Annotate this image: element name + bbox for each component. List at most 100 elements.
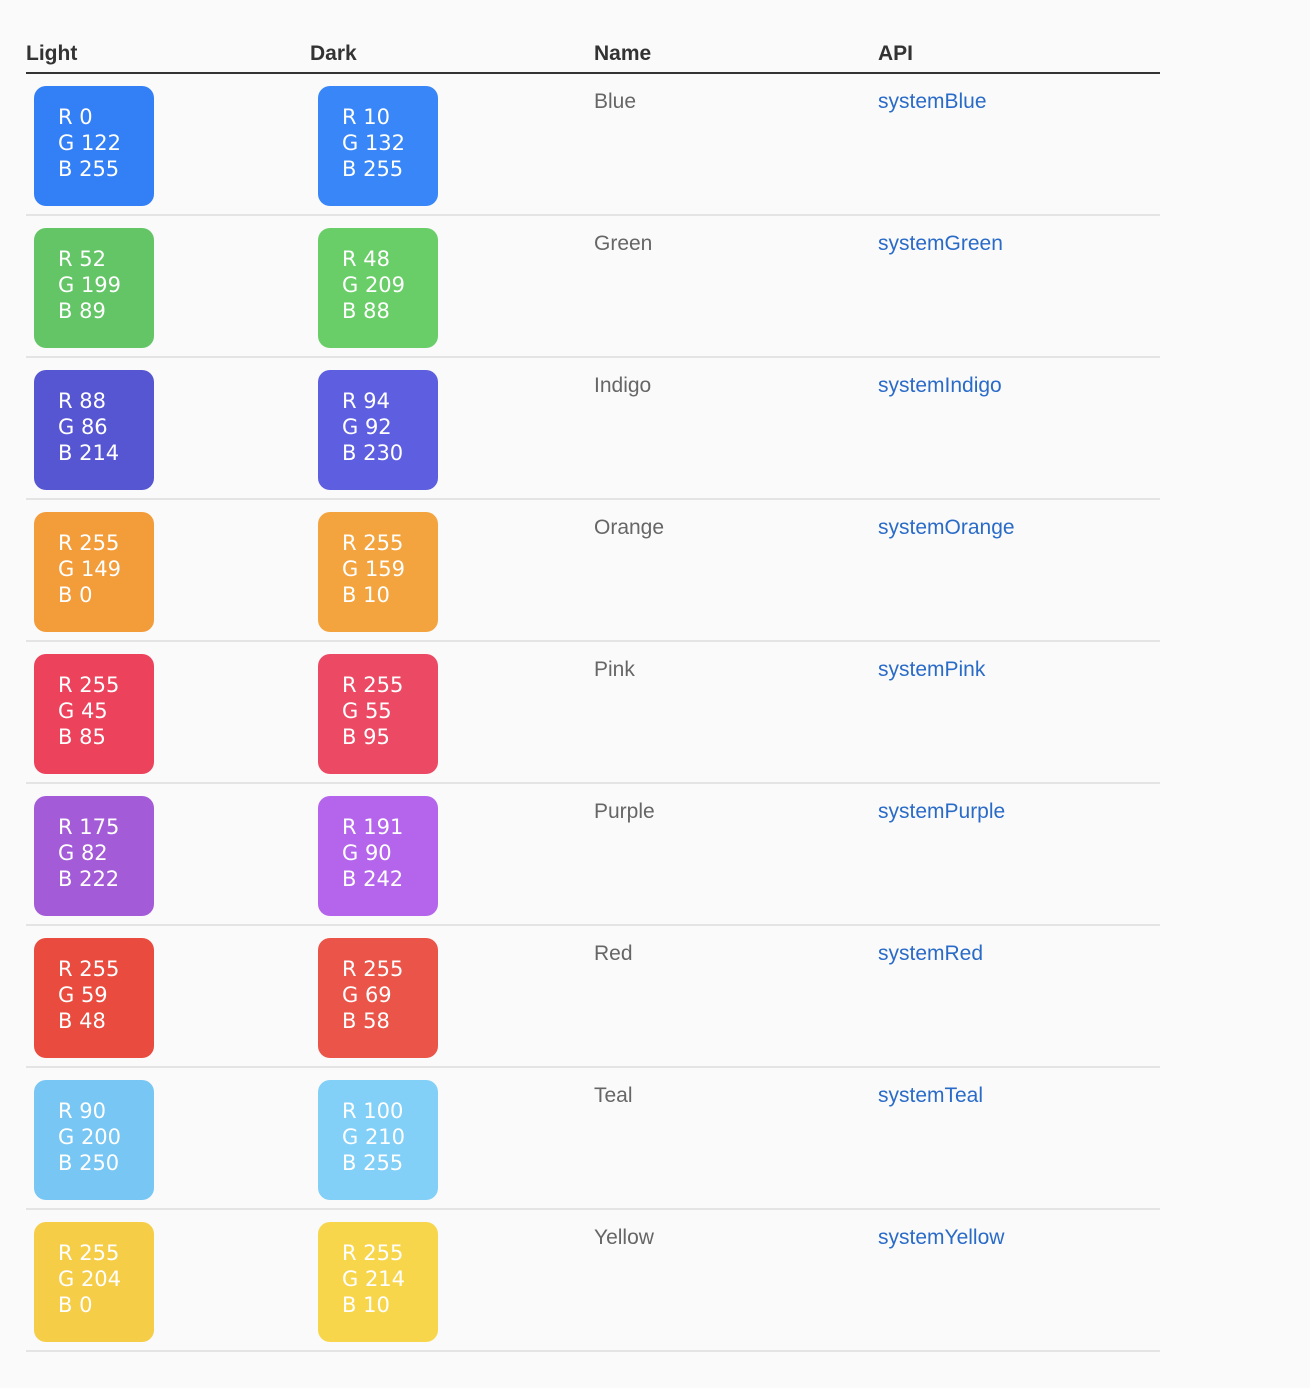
api-link[interactable]: systemIndigo (878, 358, 1160, 498)
channel-g-value: G 159 (342, 557, 406, 581)
light-color-swatch: R 255 G 45 B 85 (34, 654, 154, 774)
channel-b-value: B 242 (342, 867, 404, 891)
color-name: Indigo (594, 374, 652, 397)
dark-cell: R 48 G 209 B 88 (310, 216, 594, 356)
channel-g-value: G 82 (58, 841, 108, 865)
light-color-swatch: R 52 G 199 B 89 (34, 228, 154, 348)
table-row: R 255 G 59 B 48 R 255 G 69 B 58 Red systemRed (26, 926, 1160, 1068)
table-row: R 88 G 86 B 214 R 94 G 92 B 230 Indigo systemIn… (26, 358, 1160, 500)
header-dark: Dark (310, 42, 357, 65)
light-color-swatch: R 175 G 82 B 222 (34, 796, 154, 916)
channel-g-value: G 45 (58, 699, 108, 723)
table-row: R 175 G 82 B 222 R 191 G 90 B 242 Purple system… (26, 784, 1160, 926)
color-name: Green (594, 232, 653, 255)
light-color-swatch: R 255 G 59 B 48 (34, 938, 154, 1058)
channel-g-value: G 122 (58, 131, 122, 155)
channel-r-value: R 100 (342, 1099, 404, 1123)
api-link[interactable]: systemYellow (878, 1210, 1160, 1350)
dark-cell: R 255 G 69 B 58 (310, 926, 594, 1066)
dark-color-swatch: R 10 G 132 B 255 (318, 86, 438, 206)
api-link[interactable]: systemPurple (878, 784, 1160, 924)
dark-color-swatch: R 48 G 209 B 88 (318, 228, 438, 348)
channel-g-value: G 199 (58, 273, 122, 297)
color-name: Purple (594, 800, 655, 823)
dark-cell: R 191 G 90 B 242 (310, 784, 594, 924)
dark-cell: R 255 G 159 B 10 (310, 500, 594, 640)
channel-b-value: B 85 (58, 725, 106, 749)
channel-r-value: R 175 (58, 815, 120, 839)
channel-r-value: R 255 (58, 673, 120, 697)
dark-color-swatch: R 255 G 214 B 10 (318, 1222, 438, 1342)
channel-g-value: G 69 (342, 983, 392, 1007)
api-link[interactable]: systemPink (878, 642, 1160, 782)
light-cell: R 175 G 82 B 222 (26, 784, 310, 924)
channel-g-value: G 90 (342, 841, 392, 865)
channel-g-value: G 86 (58, 415, 108, 439)
channel-g-value: G 200 (58, 1125, 122, 1149)
channel-b-value: B 48 (58, 1009, 106, 1033)
table-body: R 0G 122 B 255 R 10 G 132 B 255 Blue systemBlu… (26, 74, 1160, 1352)
channel-g-value: G 92 (342, 415, 392, 439)
channel-b-value: B 214 (58, 441, 120, 465)
api-link[interactable]: systemBlue (878, 74, 1160, 214)
channel-r-value: R 255 (58, 1241, 120, 1265)
api-link[interactable]: systemOrange (878, 500, 1160, 640)
color-name: Red (594, 942, 633, 965)
table-row: R 90 G 200 B 250 R 100 G 210 B 255 Teal systemT… (26, 1068, 1160, 1210)
color-name: Yellow (594, 1226, 654, 1249)
channel-g-value: G 210 (342, 1125, 406, 1149)
light-color-swatch: R 90 G 200 B 250 (34, 1080, 154, 1200)
light-cell: R 255 G 204 B 0 (26, 1210, 310, 1350)
channel-g-value: G 204 (58, 1267, 122, 1291)
table-row: R 255 G 45 B 85 R 255 G 55 B 95 Pink systemPink (26, 642, 1160, 784)
channel-g-value: G 214 (342, 1267, 406, 1291)
table-header: Light Dark Name API (26, 34, 1160, 74)
channel-b-value: B 255 (342, 1151, 404, 1175)
channel-r-value: R 255 (342, 1241, 404, 1265)
channel-r-value: R 94 (342, 389, 390, 413)
channel-g-value: G 132 (342, 131, 406, 155)
dark-color-swatch: R 191 G 90 B 242 (318, 796, 438, 916)
color-name: Blue (594, 90, 637, 113)
light-cell: R 88 G 86 B 214 (26, 358, 310, 498)
dark-cell: R 255 G 214 B 10 (310, 1210, 594, 1350)
dark-cell: R 255 G 55 B 95 (310, 642, 594, 782)
channel-r-value: R 90 (58, 1099, 106, 1123)
channel-r-value: R 88 (58, 389, 106, 413)
dark-cell: R 10 G 132 B 255 (310, 74, 594, 214)
channel-r-value: R 255 (58, 531, 120, 555)
channel-g-value: G 59 (58, 983, 108, 1007)
light-color-swatch: R 255 G 149 B 0 (34, 512, 154, 632)
light-cell: R 255 G 45 B 85 (26, 642, 310, 782)
dark-cell: R 94 G 92 B 230 (310, 358, 594, 498)
channel-b-value: B 10 (342, 1293, 390, 1317)
dark-color-swatch: R 255 G 55 B 95 (318, 654, 438, 774)
channel-b-value: B 89 (58, 299, 106, 323)
channel-b-value: B 0 (58, 583, 93, 607)
channel-r-value: R 255 (342, 673, 404, 697)
channel-b-value: B 95 (342, 725, 390, 749)
dark-color-swatch: R 255 G 69 B 58 (318, 938, 438, 1058)
channel-b-value: B 222 (58, 867, 120, 891)
dark-color-swatch: R 94 G 92 B 230 (318, 370, 438, 490)
api-link[interactable]: systemGreen (878, 216, 1160, 356)
channel-r-value: R 10 (342, 105, 390, 129)
channel-r-value: R 48 (342, 247, 390, 271)
light-cell: R 255 G 59 B 48 (26, 926, 310, 1066)
channel-g-value: G 149 (58, 557, 122, 581)
channel-b-value: B 255 (58, 157, 120, 181)
dark-color-swatch: R 255 G 159 B 10 (318, 512, 438, 632)
light-color-swatch: R 88 G 86 B 214 (34, 370, 154, 490)
api-link[interactable]: systemRed (878, 926, 1160, 1066)
table-row: R 52 G 199 B 89 R 48 G 209 B 88 Green systemGre… (26, 216, 1160, 358)
channel-g-value: G 209 (342, 273, 406, 297)
channel-r-value: R 52 (58, 247, 106, 271)
table-row: R 255 G 204 B 0R 255 G 214 B 10 Yellow systemY… (26, 1210, 1160, 1352)
channel-b-value: B 230 (342, 441, 404, 465)
color-name: Pink (594, 658, 635, 681)
channel-r-value: R 255 (342, 957, 404, 981)
channel-b-value: B 250 (58, 1151, 120, 1175)
header-light: Light (26, 42, 78, 65)
api-link[interactable]: systemTeal (878, 1068, 1160, 1208)
channel-b-value: B 0 (58, 1293, 93, 1317)
